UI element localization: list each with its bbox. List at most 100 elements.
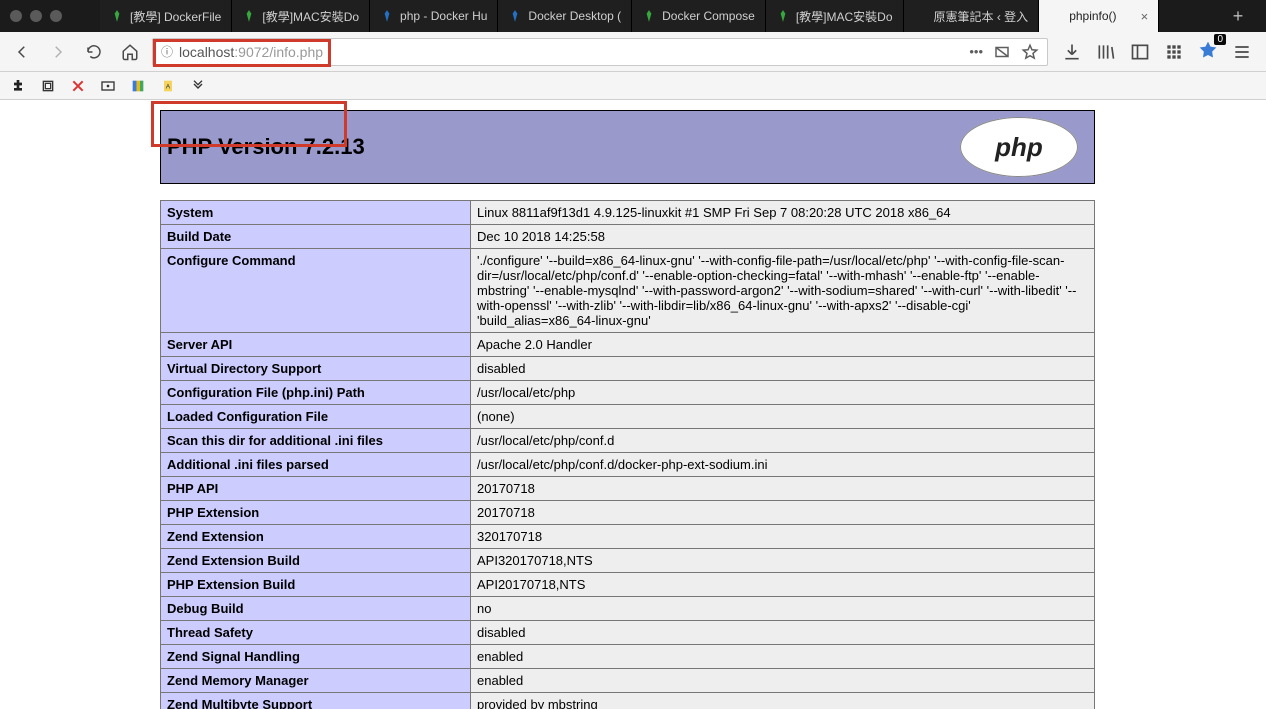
info-value: './configure' '--build=x86_64-linux-gnu'… xyxy=(471,249,1095,333)
extension-badge: 0 xyxy=(1214,34,1226,45)
tab-favicon-icon xyxy=(242,9,256,23)
tab-label: Docker Desktop ( xyxy=(528,9,621,23)
browser-tabs: [教學] DockerFile[教學]MAC安裝Dophp - Docker H… xyxy=(100,0,1220,32)
tab-favicon-icon xyxy=(1049,9,1063,23)
info-value: (none) xyxy=(471,405,1095,429)
window-close-icon[interactable] xyxy=(10,10,22,22)
bookmark-star-icon[interactable] xyxy=(1021,43,1039,61)
reload-button[interactable] xyxy=(80,38,108,66)
info-value: Linux 8811af9f13d1 4.9.125-linuxkit #1 S… xyxy=(471,201,1095,225)
info-key: Build Date xyxy=(161,225,471,249)
ext1-icon[interactable] xyxy=(10,78,26,94)
url-text: localhost:9072/info.php xyxy=(179,44,323,60)
info-key: Zend Extension Build xyxy=(161,549,471,573)
table-row: Zend Memory Managerenabled xyxy=(161,669,1095,693)
ext3-icon[interactable] xyxy=(70,78,86,94)
tab-favicon-icon xyxy=(642,9,656,23)
window-titlebar: [教學] DockerFile[教學]MAC安裝Dophp - Docker H… xyxy=(0,0,1266,32)
page-viewport[interactable]: PHP Version 7.2.13 php SystemLinux 8811a… xyxy=(0,100,1266,709)
extension-icon[interactable]: 0 xyxy=(1198,40,1218,63)
tracking-shield-icon[interactable] xyxy=(993,43,1011,61)
ext2-icon[interactable] xyxy=(40,78,56,94)
site-info-icon[interactable]: ⓘ xyxy=(161,43,173,60)
ext6-icon[interactable]: A xyxy=(160,78,176,94)
table-row: Server APIApache 2.0 Handler xyxy=(161,333,1095,357)
info-key: Scan this dir for additional .ini files xyxy=(161,429,471,453)
info-value: 20170718 xyxy=(471,477,1095,501)
browser-tab[interactable]: [教學] DockerFile xyxy=(100,0,232,32)
bookmarks-toolbar: A xyxy=(0,72,1266,100)
tab-favicon-icon xyxy=(110,9,124,23)
info-key: Debug Build xyxy=(161,597,471,621)
phpinfo-container: PHP Version 7.2.13 php SystemLinux 8811a… xyxy=(160,110,1095,709)
info-key: Thread Safety xyxy=(161,621,471,645)
table-row: Zend Multibyte Supportprovided by mbstri… xyxy=(161,693,1095,709)
info-key: Server API xyxy=(161,333,471,357)
tab-label: 原憲筆記本 ‹ 登入 xyxy=(934,8,1029,25)
window-zoom-icon[interactable] xyxy=(50,10,62,22)
table-row: Virtual Directory Supportdisabled xyxy=(161,357,1095,381)
info-value: enabled xyxy=(471,669,1095,693)
browser-toolbar: ⓘ localhost:9072/info.php ••• 0 xyxy=(0,32,1266,72)
info-value: API20170718,NTS xyxy=(471,573,1095,597)
info-value: API320170718,NTS xyxy=(471,549,1095,573)
info-value: Dec 10 2018 14:25:58 xyxy=(471,225,1095,249)
table-row: Zend Extension BuildAPI320170718,NTS xyxy=(161,549,1095,573)
table-row: PHP Extension BuildAPI20170718,NTS xyxy=(161,573,1095,597)
page-actions-icon[interactable]: ••• xyxy=(969,44,983,59)
table-row: Zend Signal Handlingenabled xyxy=(161,645,1095,669)
browser-tab[interactable]: [教學]MAC安裝Do xyxy=(232,0,370,32)
new-tab-button[interactable]: + xyxy=(1220,6,1256,27)
ext4-icon[interactable] xyxy=(100,78,116,94)
info-value: /usr/local/etc/php/conf.d xyxy=(471,429,1095,453)
info-key: System xyxy=(161,201,471,225)
info-key: Configuration File (php.ini) Path xyxy=(161,381,471,405)
tab-favicon-icon xyxy=(776,9,790,23)
info-value: Apache 2.0 Handler xyxy=(471,333,1095,357)
forward-button[interactable] xyxy=(44,38,72,66)
info-value: enabled xyxy=(471,645,1095,669)
info-key: Zend Memory Manager xyxy=(161,669,471,693)
browser-tab[interactable]: phpinfo() × xyxy=(1039,0,1159,32)
table-row: SystemLinux 8811af9f13d1 4.9.125-linuxki… xyxy=(161,201,1095,225)
tab-close-icon[interactable]: × xyxy=(1141,9,1149,24)
table-row: Build DateDec 10 2018 14:25:58 xyxy=(161,225,1095,249)
apps-icon[interactable] xyxy=(1164,42,1184,62)
menu-icon[interactable] xyxy=(1232,42,1252,62)
info-value: provided by mbstring xyxy=(471,693,1095,709)
table-row: Loaded Configuration File(none) xyxy=(161,405,1095,429)
address-bar[interactable]: ⓘ localhost:9072/info.php ••• xyxy=(152,38,1048,66)
browser-tab[interactable]: php - Docker Hu xyxy=(370,0,498,32)
browser-tab[interactable]: [教學]MAC安裝Do xyxy=(766,0,904,32)
tab-favicon-icon xyxy=(508,9,522,23)
toolbar-right: 0 xyxy=(1056,40,1258,63)
overflow-chevron-icon[interactable] xyxy=(190,78,206,94)
window-minimize-icon[interactable] xyxy=(30,10,42,22)
browser-tab[interactable]: Docker Compose xyxy=(632,0,766,32)
sidebar-icon[interactable] xyxy=(1130,42,1150,62)
table-row: Thread Safetydisabled xyxy=(161,621,1095,645)
home-button[interactable] xyxy=(116,38,144,66)
info-key: PHP API xyxy=(161,477,471,501)
tab-label: phpinfo() xyxy=(1069,9,1116,23)
phpinfo-table: SystemLinux 8811af9f13d1 4.9.125-linuxki… xyxy=(160,200,1095,709)
info-value: 320170718 xyxy=(471,525,1095,549)
php-version-title: PHP Version 7.2.13 xyxy=(161,134,365,160)
php-logo: php xyxy=(960,117,1078,177)
table-row: Debug Buildno xyxy=(161,597,1095,621)
ext5-icon[interactable] xyxy=(130,78,146,94)
info-value: /usr/local/etc/php/conf.d/docker-php-ext… xyxy=(471,453,1095,477)
browser-tab[interactable]: 原憲筆記本 ‹ 登入 xyxy=(904,0,1040,32)
info-key: Zend Extension xyxy=(161,525,471,549)
info-value: /usr/local/etc/php xyxy=(471,381,1095,405)
info-key: PHP Extension Build xyxy=(161,573,471,597)
info-key: Zend Signal Handling xyxy=(161,645,471,669)
table-row: PHP Extension20170718 xyxy=(161,501,1095,525)
library-icon[interactable] xyxy=(1096,42,1116,62)
window-controls xyxy=(10,10,100,22)
info-value: disabled xyxy=(471,357,1095,381)
downloads-icon[interactable] xyxy=(1062,42,1082,62)
browser-tab[interactable]: Docker Desktop ( xyxy=(498,0,632,32)
tab-label: [教學] DockerFile xyxy=(130,8,221,25)
back-button[interactable] xyxy=(8,38,36,66)
